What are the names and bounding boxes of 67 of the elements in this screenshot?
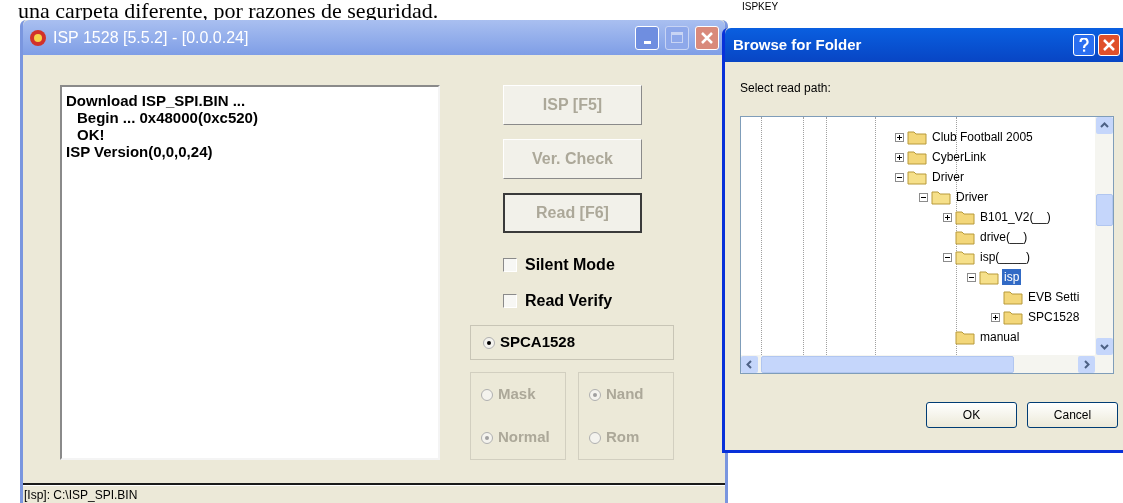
log-line: Begin ... 0x48000(0xc520) (76, 109, 259, 126)
tree-item[interactable]: isp(____) (978, 249, 1033, 265)
desktop-label: ISPKEY (742, 1, 779, 13)
log-line: ISP Version(0,0,0,24) (66, 143, 214, 160)
tree-item[interactable]: isp (1002, 269, 1022, 285)
tree-item[interactable]: manual (978, 329, 1022, 345)
tree-item[interactable]: Driver (930, 169, 966, 185)
folder-icon (907, 169, 927, 185)
scroll-up-icon[interactable] (1095, 117, 1113, 134)
checkbox-label: Read Verify (525, 291, 613, 311)
dialog-button[interactable]: Cancel (1027, 402, 1118, 428)
scroll-thumb-icon[interactable] (761, 355, 1014, 373)
vertical-scrollbar[interactable] (1095, 117, 1113, 355)
folder-icon (955, 329, 975, 345)
expand-icon[interactable] (942, 212, 952, 222)
folder-icon (907, 149, 927, 165)
window-title: ISP 1528 [5.5.2] - [0.0.0.24] (53, 27, 250, 48)
folder-icon (955, 229, 975, 245)
status-text: [Isp]: C:\ISP_SPI.BIN (23, 487, 139, 503)
tree-item[interactable]: drive(__) (978, 229, 1030, 245)
help-button[interactable] (1073, 34, 1095, 56)
folder-icon (931, 189, 951, 205)
tree-item[interactable]: EVB Setti (1026, 289, 1082, 305)
log-line: Download ISP_SPI.BIN ... (66, 92, 247, 109)
close-button[interactable] (695, 25, 719, 50)
checkbox-label: Silent Mode (525, 255, 615, 275)
help-icon (1079, 38, 1089, 52)
collapse-icon[interactable] (918, 192, 928, 202)
log-line: OK! (76, 126, 106, 143)
folder-icon (979, 269, 999, 285)
radio-label: Mask (498, 384, 536, 405)
folder-icon (1003, 309, 1023, 325)
folder-icon (955, 209, 975, 225)
radio-label: SPCA1528 (500, 332, 576, 353)
expand-icon[interactable] (990, 312, 1000, 322)
folder-icon (955, 249, 975, 265)
collapse-icon[interactable] (942, 252, 952, 262)
scroll-right-icon[interactable] (1078, 355, 1095, 373)
tree-item[interactable]: B101_V2(__) (978, 209, 1053, 225)
close-button[interactable] (1098, 34, 1120, 56)
checkbox[interactable] (503, 294, 517, 308)
tree-item[interactable]: Driver (954, 189, 990, 205)
tree-item[interactable]: CyberLink (930, 149, 989, 165)
scroll-thumb-icon[interactable] (1095, 194, 1113, 226)
expand-icon[interactable] (894, 152, 904, 162)
folder-icon (907, 129, 927, 145)
scroll-down-icon[interactable] (1095, 338, 1113, 355)
horizontal-scrollbar[interactable] (741, 355, 1113, 373)
radio-label: Rom (606, 427, 640, 448)
checkbox[interactable] (503, 258, 517, 272)
collapse-icon[interactable] (966, 272, 976, 282)
close-icon (701, 31, 713, 44)
radio-label: Nand (606, 384, 644, 405)
prompt-text: Select read path: (739, 80, 832, 97)
dialog-title: Browse for Folder (733, 34, 863, 55)
expand-icon[interactable] (894, 132, 904, 142)
radio-label: Normal (498, 427, 550, 448)
tree-item[interactable]: SPC1528 (1026, 309, 1082, 325)
app-icon (29, 28, 47, 47)
scroll-left-icon[interactable] (741, 355, 758, 373)
close-icon (1103, 39, 1115, 51)
collapse-icon[interactable] (894, 172, 904, 182)
tree-item[interactable]: Club Football 2005 (930, 129, 1035, 145)
minimize-button[interactable] (635, 25, 659, 50)
radio-button[interactable] (483, 336, 495, 349)
dialog-button[interactable]: OK (926, 402, 1017, 428)
folder-icon (1003, 289, 1023, 305)
